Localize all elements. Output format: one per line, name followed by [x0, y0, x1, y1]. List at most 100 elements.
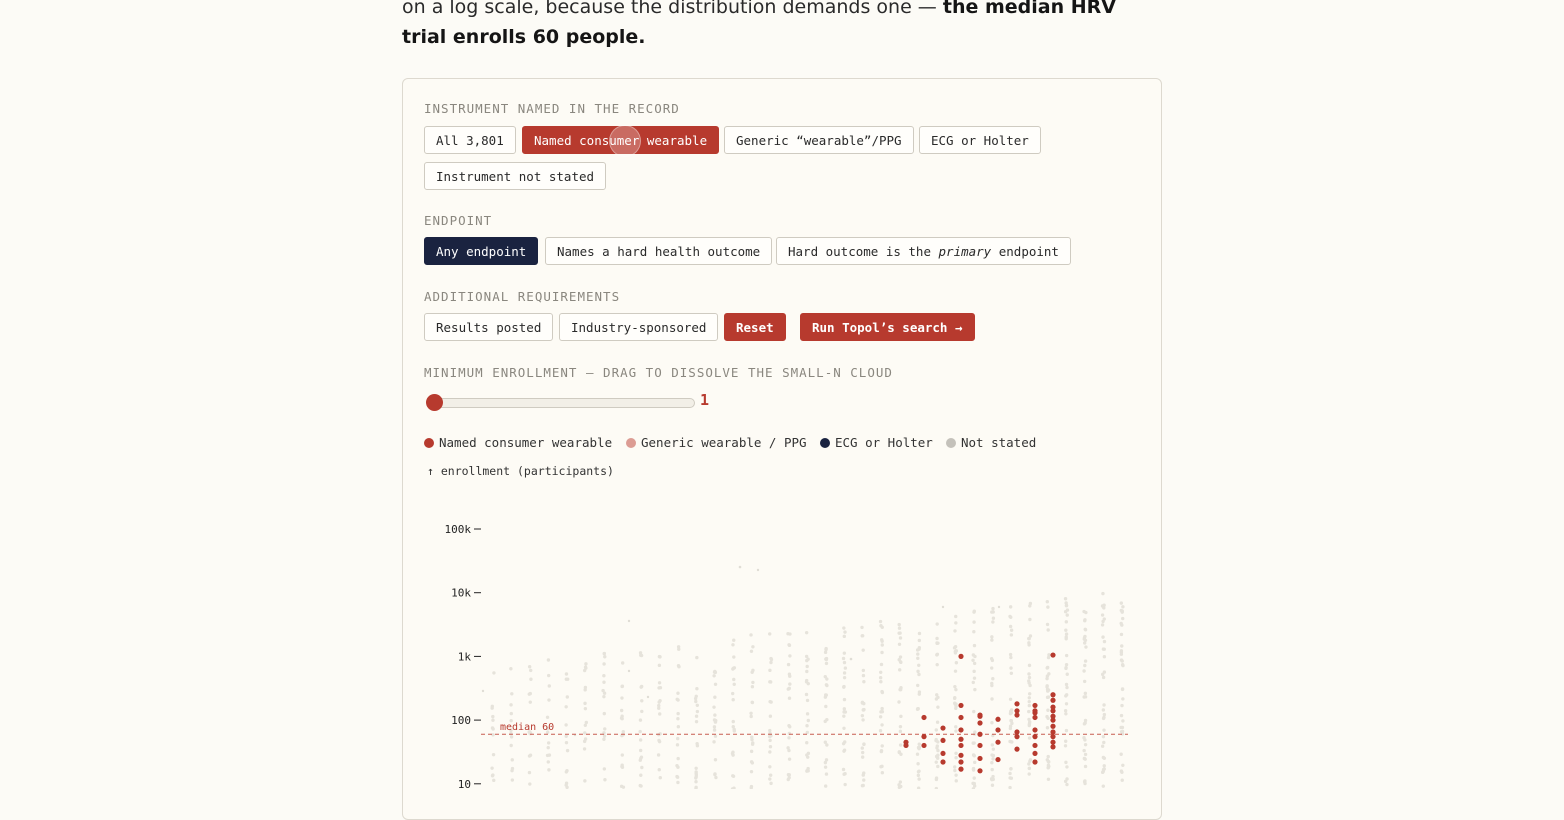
- background-point: [658, 686, 663, 690]
- background-point: [843, 666, 848, 670]
- background-point: [788, 725, 792, 729]
- background-point: [824, 661, 829, 666]
- background-point: [1083, 659, 1088, 663]
- background-point: [620, 717, 624, 721]
- background-point: [732, 677, 736, 682]
- highlight-point: [995, 756, 1001, 763]
- results-posted-toggle[interactable]: Results posted: [424, 313, 554, 341]
- background-point: [1102, 670, 1107, 674]
- background-point: [694, 766, 698, 770]
- highlight-point: [1032, 714, 1038, 721]
- background-point: [564, 770, 569, 774]
- background-point: [756, 568, 760, 572]
- background-point: [971, 753, 976, 757]
- background-point: [1083, 738, 1087, 742]
- background-point: [1046, 777, 1051, 781]
- background-point: [620, 765, 625, 770]
- background-point: [657, 654, 662, 659]
- background-point: [713, 669, 717, 674]
- y-tick-label: 10k: [451, 587, 471, 600]
- background-point: [1010, 740, 1014, 744]
- highlight-point: [940, 737, 946, 744]
- background-point: [972, 676, 977, 680]
- background-point: [823, 650, 828, 655]
- filter-all-button[interactable]: All 3,801: [424, 126, 516, 154]
- background-point: [1047, 672, 1051, 676]
- industry-sponsored-toggle[interactable]: Industry-sponsored: [559, 313, 719, 341]
- background-point: [751, 645, 755, 649]
- endpoint-primary-text-a: Hard outcome is the: [788, 244, 931, 259]
- background-point: [786, 773, 791, 777]
- background-point: [973, 687, 977, 692]
- background-point: [602, 694, 606, 699]
- background-point: [972, 776, 976, 780]
- background-point: [936, 641, 940, 645]
- background-point: [935, 636, 939, 641]
- background-point: [1046, 759, 1050, 764]
- background-point: [878, 619, 883, 624]
- background-point: [1064, 653, 1069, 658]
- background-point: [1101, 767, 1106, 772]
- background-point: [805, 669, 809, 674]
- background-point: [509, 703, 513, 707]
- reset-button[interactable]: Reset: [724, 313, 786, 341]
- background-point: [1027, 699, 1031, 704]
- background-point: [602, 737, 606, 741]
- background-point: [1083, 627, 1087, 631]
- background-point: [712, 674, 716, 678]
- background-point: [750, 684, 755, 689]
- background-point: [898, 655, 903, 659]
- background-point: [1045, 726, 1050, 730]
- background-point: [640, 709, 644, 714]
- background-point: [842, 660, 847, 665]
- endpoint-primary-outcome-button[interactable]: Hard outcome is the primary endpoint: [776, 237, 1071, 265]
- background-point: [1119, 713, 1124, 718]
- enrollment-slider-track[interactable]: [429, 398, 695, 408]
- background-point: [492, 671, 496, 675]
- legend-label-ecg: ECG or Holter: [835, 435, 933, 450]
- highlight-point: [1050, 697, 1056, 703]
- background-point: [916, 773, 921, 778]
- background-point: [603, 655, 607, 659]
- legend-dot-generic: [626, 438, 636, 448]
- background-point: [954, 706, 958, 711]
- background-point: [620, 661, 625, 665]
- background-point: [1083, 752, 1088, 757]
- background-point: [639, 755, 644, 759]
- background-point: [1100, 623, 1105, 627]
- filter-ecg-holter-button[interactable]: ECG or Holter: [919, 126, 1041, 154]
- background-point: [583, 779, 587, 783]
- background-point: [989, 777, 994, 781]
- background-point: [990, 658, 995, 663]
- run-topol-search-button[interactable]: Run Topol’s search →: [800, 313, 975, 341]
- background-point: [768, 668, 772, 673]
- background-point: [712, 725, 717, 729]
- legend-item-ecg: ECG or Holter: [820, 435, 933, 450]
- highlight-point: [958, 742, 964, 749]
- highlight-point: [1032, 734, 1038, 740]
- background-point: [788, 632, 792, 636]
- endpoint-hard-outcome-button[interactable]: Names a hard health outcome: [545, 237, 773, 265]
- background-point: [934, 786, 939, 789]
- background-point: [677, 647, 681, 651]
- background-point: [730, 691, 735, 696]
- highlight-point: [1014, 701, 1020, 707]
- background-point: [529, 668, 533, 673]
- background-point: [565, 677, 570, 681]
- filter-not-stated-button[interactable]: Instrument not stated: [424, 162, 607, 190]
- background-point: [1064, 628, 1068, 632]
- background-point: [1084, 645, 1088, 649]
- background-point: [972, 661, 977, 666]
- endpoint-any-button[interactable]: Any endpoint: [424, 237, 539, 265]
- highlight-point: [940, 759, 946, 765]
- enrollment-slider-thumb[interactable]: [426, 394, 443, 411]
- background-point: [972, 741, 976, 745]
- highlight-point: [921, 742, 927, 749]
- background-point: [638, 651, 643, 655]
- background-point: [1009, 718, 1013, 723]
- background-point: [492, 778, 496, 783]
- filter-generic-wearable-button[interactable]: Generic “wearable”/PPG: [724, 126, 914, 154]
- background-point: [713, 713, 717, 717]
- instrument-section-label: INSTRUMENT NAMED IN THE RECORD: [424, 101, 680, 116]
- background-point: [972, 669, 976, 674]
